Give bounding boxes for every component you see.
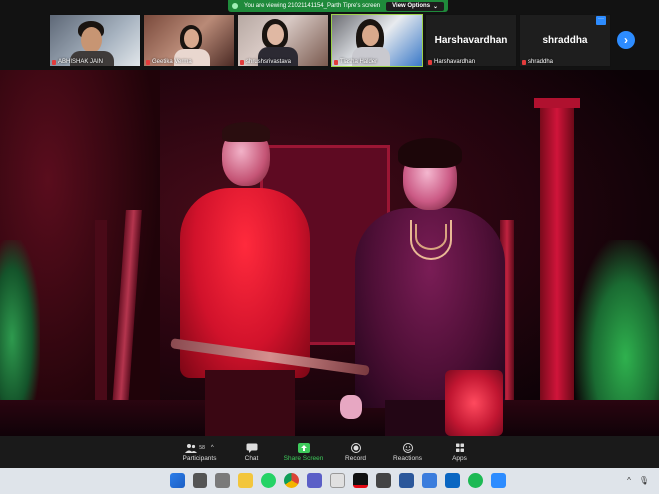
chat-label: Chat — [244, 454, 259, 462]
performer-left-hair — [222, 122, 270, 142]
mic-muted-icon — [428, 59, 432, 65]
reactions-button[interactable]: Reactions — [382, 436, 434, 468]
view-options-label: View Options — [392, 3, 431, 9]
teams-icon[interactable] — [307, 473, 322, 488]
whatsapp-icon[interactable] — [261, 473, 276, 488]
performer-left-legs — [205, 370, 295, 436]
participant-tile[interactable]: Geetika Verma — [143, 14, 235, 67]
shield-icon — [232, 3, 238, 9]
participant-name: Geetika Verma — [146, 59, 192, 65]
linkedin-icon[interactable] — [445, 473, 460, 488]
word-icon[interactable] — [399, 473, 414, 488]
share-screen-label: Share Screen — [283, 454, 324, 462]
mic-muted-icon — [240, 59, 244, 65]
netflix-icon[interactable] — [353, 473, 368, 488]
settings-icon[interactable] — [376, 473, 391, 488]
participants-label: Participants — [182, 454, 217, 462]
participants-caret-icon[interactable]: ^ — [211, 445, 214, 451]
shared-screen-video — [0, 70, 659, 436]
participants-button[interactable]: 58 ^ Participants — [174, 436, 226, 468]
system-tray: ^ 🎙 — [627, 476, 649, 485]
mic-muted-icon — [522, 59, 526, 65]
search-icon[interactable] — [193, 473, 207, 488]
mic-muted-icon — [52, 59, 56, 65]
banner-text: You are viewing 21021141154_Parth Tipre'… — [244, 3, 381, 9]
pillar-right-top — [534, 98, 580, 108]
participants-icon — [185, 443, 198, 453]
os-taskbar: ^ 🎙 — [0, 468, 659, 494]
participant-name: shraddha — [522, 59, 553, 65]
reactions-icon — [402, 442, 413, 453]
participant-name: ABHISHAK JAIN — [52, 59, 103, 65]
participant-name: Tiasha Halder — [334, 59, 377, 65]
windows-start-icon[interactable] — [170, 473, 185, 488]
record-button[interactable]: Record — [330, 436, 382, 468]
tray-expand-icon[interactable]: ^ — [627, 476, 631, 485]
performer-right-hair — [398, 138, 462, 168]
taskbar-apps — [170, 473, 506, 488]
participant-tile-active[interactable]: Tiasha Halder — [331, 14, 423, 67]
participant-tile[interactable]: shrushsrivastava — [237, 14, 329, 67]
mic-muted-icon — [146, 59, 150, 65]
next-page-button[interactable]: › — [617, 31, 635, 49]
zoom-icon[interactable] — [491, 473, 506, 488]
share-screen-button[interactable]: Share Screen — [278, 436, 330, 468]
screen-share-banner: You are viewing 21021141154_Parth Tipre'… — [228, 0, 449, 12]
apps-button[interactable]: Apps — [434, 436, 486, 468]
share-screen-icon — [297, 442, 310, 453]
pillar-right — [540, 100, 574, 436]
microphone-icon[interactable]: 🎙 — [639, 476, 649, 485]
performer-right-hand — [340, 395, 362, 419]
participant-tile[interactable]: Harshavardhan Harshavardhan — [425, 14, 517, 67]
participants-count: 58 — [199, 444, 205, 451]
chat-icon — [246, 443, 257, 453]
participant-display-name: shraddha — [542, 35, 588, 46]
photos-icon[interactable] — [330, 473, 345, 488]
participant-name: Harshavardhan — [428, 59, 475, 65]
participant-display-name: Harshavardhan — [434, 35, 508, 46]
view-options-button[interactable]: View Options ⌄ — [386, 1, 445, 11]
record-label: Record — [345, 454, 366, 462]
floor — [0, 400, 659, 436]
participant-tile[interactable]: ABHISHAK JAIN — [49, 14, 141, 67]
apps-icon — [455, 443, 464, 452]
prop-cloth — [445, 370, 503, 436]
reactions-label: Reactions — [393, 454, 422, 462]
mail-icon[interactable] — [422, 473, 437, 488]
spotify-icon[interactable] — [468, 473, 483, 488]
task-view-icon[interactable] — [215, 473, 230, 488]
performer-right-chain-2 — [415, 224, 447, 250]
mic-muted-icon — [334, 59, 338, 65]
chat-button[interactable]: Chat — [226, 436, 278, 468]
file-explorer-icon[interactable] — [238, 473, 253, 488]
meeting-toolbar: 58 ^ Participants Chat Share Screen Reco… — [0, 436, 659, 468]
participant-name: shrushsrivastava — [240, 59, 291, 65]
more-options-icon[interactable]: ··· — [596, 16, 606, 25]
record-icon — [350, 442, 361, 453]
apps-label: Apps — [452, 454, 467, 462]
chevron-down-icon: ⌄ — [433, 3, 439, 10]
chrome-icon[interactable] — [284, 473, 299, 488]
